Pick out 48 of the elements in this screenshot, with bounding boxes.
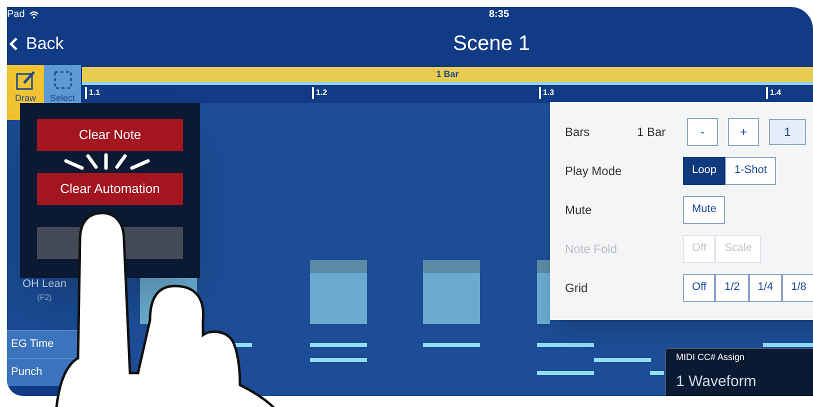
automation-step: [537, 371, 594, 375]
setting-label: Play Mode: [565, 162, 623, 180]
step-button[interactable]: +: [728, 118, 759, 146]
setting-label: Note Fold: [565, 240, 618, 258]
pencil-icon: [14, 69, 36, 91]
option-button[interactable]: Loop: [683, 156, 726, 184]
ruler-tick: 1.3: [539, 87, 554, 99]
setting-label: Mute: [565, 202, 593, 218]
bar-length-label: 1 Bar: [436, 68, 459, 81]
menu-button[interactable]: Clear Note: [37, 119, 183, 151]
track-name: OH Lean: [22, 276, 67, 292]
status-time: 8:35: [489, 8, 510, 22]
wifi-icon: [28, 10, 39, 18]
automation-step: [310, 343, 367, 347]
option-button[interactable]: Mute: [683, 196, 726, 224]
setting-label: Bars: [565, 124, 591, 140]
overlay-value: 1 Waveform: [676, 372, 756, 392]
dashed-square-icon: [52, 69, 74, 91]
option-button[interactable]: 1/8: [782, 274, 813, 302]
note-block[interactable]: [537, 260, 550, 324]
step-button[interactable]: -: [687, 118, 718, 146]
ruler-tick: 1.4: [766, 87, 782, 99]
automation-step: [594, 358, 651, 362]
setting-label: Grid: [565, 280, 589, 296]
length-option[interactable]: 1: [769, 118, 806, 144]
note-block[interactable]: [310, 260, 367, 324]
overlay-label: MIDI CC# Assign: [676, 351, 745, 364]
option-button[interactable]: 1/2: [715, 274, 749, 302]
ruler-tick: 1.2: [312, 87, 328, 99]
option-button[interactable]: 1/4: [748, 274, 782, 302]
chevron-left-icon: [9, 36, 18, 50]
ruler-tick: 1.1: [85, 87, 100, 99]
option-button[interactable]: 1-Shot: [725, 156, 776, 184]
carrier-label: Pad: [7, 8, 25, 22]
screen-title: Scene 1: [453, 30, 530, 57]
automation-step: [763, 343, 813, 347]
automation-step: [650, 371, 664, 375]
back-button[interactable]: Back: [9, 30, 64, 56]
track-note: (F2): [37, 292, 52, 304]
lane-name: Punch: [11, 365, 42, 380]
automation-step: [423, 343, 480, 347]
lane-name: EG Time: [11, 337, 54, 352]
bars-value: 1 Bar: [637, 124, 667, 140]
automation-step: [310, 358, 367, 362]
option-button[interactable]: Off: [683, 274, 716, 302]
menu-button[interactable]: Clear Automation: [37, 173, 183, 205]
note-block[interactable]: [423, 260, 480, 324]
automation-step: [537, 343, 594, 347]
